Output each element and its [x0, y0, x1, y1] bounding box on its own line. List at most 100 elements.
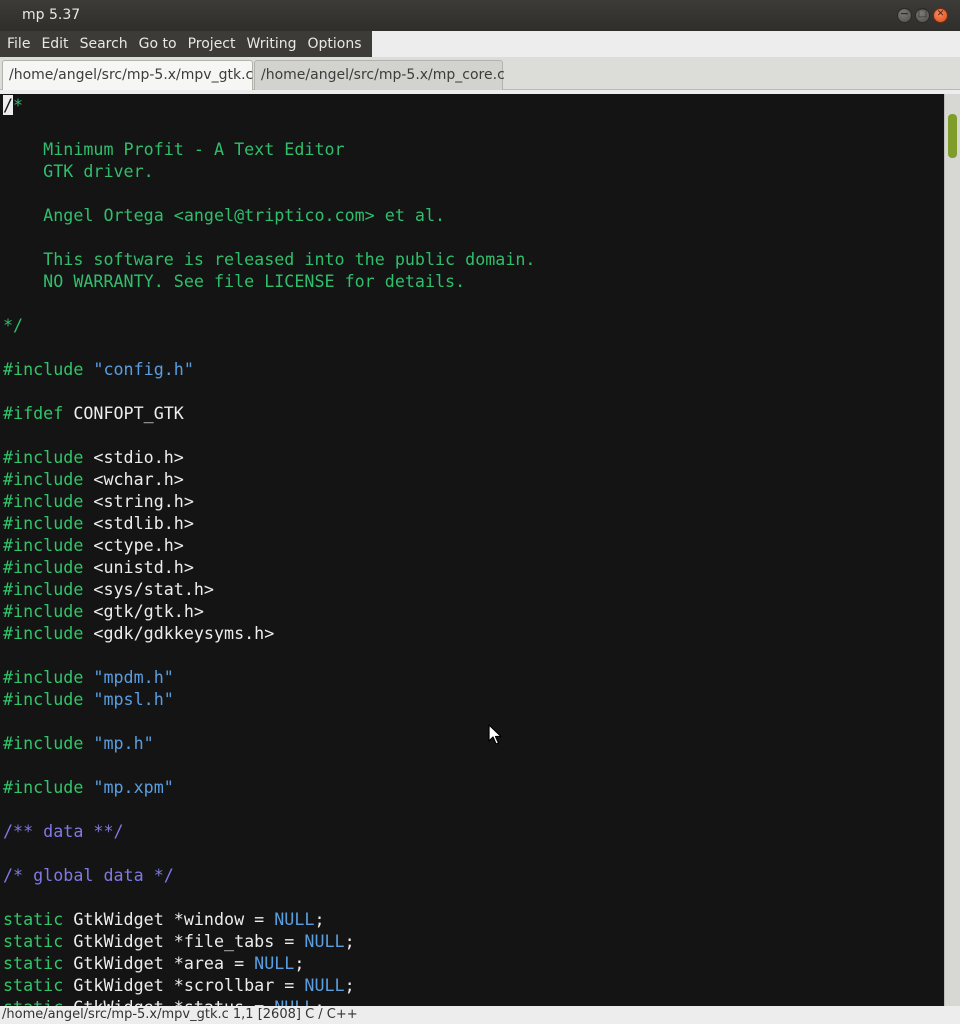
code-text: /* Minimum Profit - A Text Editor GTK dr…	[3, 94, 535, 1006]
code-line: #include <ctype.h>	[3, 534, 535, 556]
code-line: GTK driver.	[3, 160, 535, 182]
code-token: ;	[314, 909, 325, 929]
code-line: static GtkWidget *file_tabs = NULL;	[3, 930, 535, 952]
code-token: static	[3, 997, 73, 1006]
code-token: #include	[3, 689, 94, 709]
code-line: static GtkWidget *window = NULL;	[3, 908, 535, 930]
code-token: ;	[294, 953, 305, 973]
window-titlebar[interactable]: mp 5.37	[0, 0, 960, 31]
code-token: #include	[3, 469, 94, 489]
code-token: #include	[3, 623, 94, 643]
menu-bar: File Edit Search Go to Project Writing O…	[0, 31, 960, 57]
tab-mp-core[interactable]: /home/angel/src/mp-5.x/mp_core.c	[254, 60, 505, 90]
code-line: #include <sys/stat.h>	[3, 578, 535, 600]
code-line: /* global data */	[3, 864, 535, 886]
menu-search[interactable]: Search	[73, 31, 132, 57]
code-token: <gdk/gdkkeysyms.h>	[93, 623, 275, 643]
code-line: #include "mp.xpm"	[3, 776, 535, 798]
code-token: NULL	[274, 909, 315, 929]
menu-file[interactable]: File	[0, 31, 34, 57]
code-line: #include "mpdm.h"	[3, 666, 535, 688]
code-token: NULL	[304, 931, 345, 951]
code-token: <stdio.h>	[93, 447, 184, 467]
code-token: GtkWidget *scrollbar =	[73, 975, 305, 995]
code-token: *	[13, 95, 24, 115]
code-token: #include	[3, 601, 94, 621]
close-icon[interactable]	[933, 8, 948, 23]
code-token: Angel Ortega <angel@triptico.com> et al.	[3, 205, 446, 225]
code-line: #include "config.h"	[3, 358, 535, 380]
code-token: #include	[3, 513, 94, 533]
code-token: #include	[3, 777, 94, 797]
menu-options[interactable]: Options	[301, 31, 366, 57]
code-token: #include	[3, 491, 94, 511]
code-line: #include "mp.h"	[3, 732, 535, 754]
code-line: #include "mpsl.h"	[3, 688, 535, 710]
tab-mpv-gtk[interactable]: /home/angel/src/mp-5.x/mpv_gtk.c	[2, 60, 253, 90]
code-line: /** data **/	[3, 820, 535, 842]
code-line: This software is released into the publi…	[3, 248, 535, 270]
code-token: Minimum Profit - A Text Editor	[3, 139, 345, 159]
code-line: NO WARRANTY. See file LICENSE for detail…	[3, 270, 535, 292]
code-line: static GtkWidget *area = NULL;	[3, 952, 535, 974]
code-token: static	[3, 975, 74, 995]
code-token: #include	[3, 447, 94, 467]
minimize-icon[interactable]	[897, 7, 912, 23]
code-token: <sys/stat.h>	[93, 579, 214, 599]
code-token: #include	[3, 557, 94, 577]
code-token: <string.h>	[93, 491, 194, 511]
code-line: Angel Ortega <angel@triptico.com> et al.	[3, 204, 535, 226]
scrollbar-thumb[interactable]	[948, 114, 957, 158]
code-token: GtkWidget *status =	[73, 997, 274, 1006]
code-token: /* global data */	[3, 865, 174, 885]
maximize-icon[interactable]	[915, 8, 930, 23]
code-token: /** data **/	[3, 821, 124, 841]
window-title: mp 5.37	[22, 7, 81, 23]
code-token: #ifdef	[3, 403, 74, 423]
code-editor-area[interactable]: /* Minimum Profit - A Text Editor GTK dr…	[0, 94, 944, 1006]
mouse-pointer-icon	[488, 724, 502, 745]
code-token: ;	[344, 931, 355, 951]
code-token: GtkWidget *area =	[73, 953, 255, 973]
menu-writing[interactable]: Writing	[240, 31, 301, 57]
menu-goto[interactable]: Go to	[132, 31, 181, 57]
code-token: "mpdm.h"	[93, 667, 174, 687]
code-line: /*	[3, 94, 535, 116]
menu-project[interactable]: Project	[181, 31, 240, 57]
code-token: <wchar.h>	[93, 469, 184, 489]
text-cursor: /	[3, 95, 14, 115]
code-line: #include <stdlib.h>	[3, 512, 535, 534]
code-line: */	[3, 314, 535, 336]
code-line: #include <gtk/gtk.h>	[3, 600, 535, 622]
menu-items: File Edit Search Go to Project Writing O…	[0, 31, 372, 57]
code-token: NO WARRANTY. See file LICENSE for detail…	[3, 271, 466, 291]
code-token: "mp.xpm"	[93, 777, 174, 797]
code-token: #include	[3, 667, 94, 687]
code-token: NULL	[304, 975, 345, 995]
code-line: #ifdef CONFOPT_GTK	[3, 402, 535, 424]
code-token: "config.h"	[93, 359, 194, 379]
code-line: #include <unistd.h>	[3, 556, 535, 578]
vertical-scrollbar[interactable]	[944, 94, 960, 1006]
code-token: <unistd.h>	[93, 557, 194, 577]
code-token: NULL	[254, 953, 295, 973]
code-token: NULL	[274, 997, 314, 1006]
code-line: static GtkWidget *scrollbar = NULL;	[3, 974, 535, 996]
code-token: */	[3, 315, 24, 335]
code-token: "mpsl.h"	[93, 689, 174, 709]
menu-edit[interactable]: Edit	[34, 31, 72, 57]
code-token: #include	[3, 733, 94, 753]
code-token: "mp.h"	[93, 733, 154, 753]
